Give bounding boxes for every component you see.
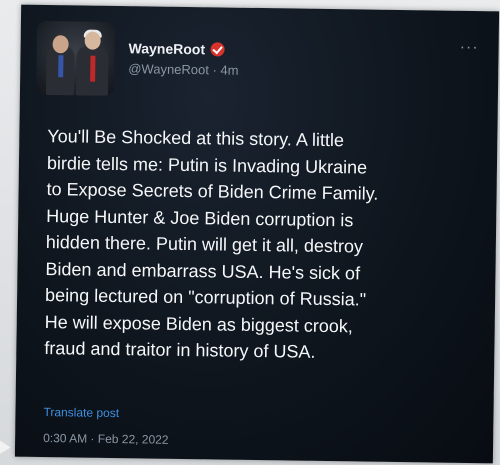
tweet-card: WayneRoot @WayneRoot · 4m ··· You'll Be … [15,5,499,464]
avatar[interactable] [35,20,115,96]
avatar-tie [90,55,96,82]
author-handle-line[interactable]: @WayneRoot · 4m [128,61,238,78]
avatar-flag [58,55,64,78]
verified-badge-icon [210,42,226,57]
monitor-screen: WayneRoot @WayneRoot · 4m ··· You'll Be … [14,4,500,464]
photo-frame: WayneRoot @WayneRoot · 4m ··· You'll Be … [0,0,500,465]
tweet-timestamp[interactable]: 0:30 AM · Feb 22, 2022 [43,431,169,447]
more-options-icon[interactable]: ··· [460,39,479,57]
author-row: WayneRoot [128,40,226,57]
mouse-cursor-icon [0,435,11,455]
tweet-text: You'll Be Shocked at this story. A littl… [44,126,379,362]
author-name[interactable]: WayneRoot [128,40,205,57]
translate-post-link[interactable]: Translate post [43,405,119,420]
